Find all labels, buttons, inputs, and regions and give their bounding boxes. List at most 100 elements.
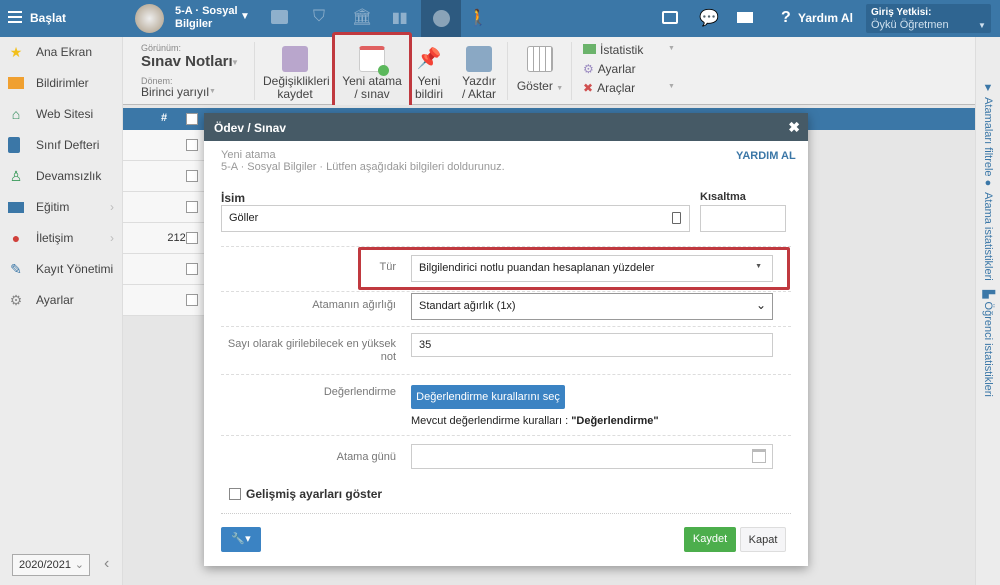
sidebar-item-bildirimler[interactable]: Bildirimler (0, 69, 122, 97)
view-label: Görünüm: (141, 43, 182, 53)
gears-icon: ⚙ (583, 62, 594, 76)
collapse-sidebar-icon[interactable]: ‹ (104, 555, 109, 573)
sidebar-item-label: Sınıf Defteri (36, 138, 100, 152)
sidebar-item-label: Kayıt Yönetimi (36, 262, 114, 276)
select-evaluation-rules-button[interactable]: Değerlendirme kurallarını seç (411, 385, 565, 409)
book-open-icon (8, 201, 24, 213)
menu-icon[interactable] (8, 11, 22, 23)
login-selector[interactable]: Giriş Yetkisi: Öykü Öğretmen ▼ (866, 4, 991, 33)
show-button[interactable]: Göster ▼ (515, 46, 565, 95)
row-checkbox[interactable] (186, 294, 198, 306)
mail-icon[interactable] (737, 12, 753, 23)
sidebar-item-label: Ayarlar (36, 293, 74, 307)
caret-down-icon: ▼ (978, 21, 986, 30)
tools-menu[interactable]: ✖ Araçlar ▼ (583, 81, 675, 95)
weight-value: Standart ağırlık (1x) (419, 300, 516, 312)
new-assignment-label-2: / sınav (354, 87, 390, 101)
row-checkbox[interactable] (186, 139, 198, 151)
abbr-input[interactable] (700, 205, 786, 232)
assignment-stats-link[interactable]: ● Atama istatistikleri (982, 177, 994, 281)
sidebar-item-ana-ekran[interactable]: ★ Ana Ekran (0, 38, 122, 66)
sidebar-item-label: Web Sitesi (36, 107, 94, 121)
year-value: 2020/2021 (19, 559, 71, 571)
sidebar-item-egitim[interactable]: Eğitim › (0, 193, 122, 221)
print-export-button[interactable]: Yazdır / Aktar (457, 46, 501, 101)
year-select[interactable]: 2020/2021 ⌄ (12, 554, 90, 576)
start-label[interactable]: Başlat (30, 11, 66, 25)
type-value: Bilgilendirici notlu puandan hesaplanan … (419, 262, 655, 274)
chart-icon[interactable]: ▮▮ (392, 9, 407, 26)
chat-icon: ● (11, 230, 21, 246)
abbr-label: Kısaltma (700, 191, 746, 203)
sidebar-item-label: İletişim (36, 231, 74, 245)
name-value: Göller (229, 212, 259, 224)
login-user: Öykü Öğretmen (871, 19, 949, 31)
name-input[interactable]: Göller (221, 205, 690, 232)
top-bar: Başlat 5-A · Sosyal Bilgiler ▼ ⛉ 🏛 ▮▮ 🚶 … (0, 0, 1000, 37)
chat-icon[interactable]: 💬 (699, 8, 719, 28)
view-selector[interactable]: Sınav Notları (141, 53, 233, 70)
filter-assignments-link[interactable]: ▼ Atamaları filtrele (982, 82, 994, 177)
shield-icon[interactable]: ⛉ (313, 8, 325, 26)
user-icon: ♙ (9, 168, 23, 184)
stats-label: İstatistik (600, 43, 644, 57)
save-label-2: kaydet (277, 87, 313, 101)
sidebar-item-web-sitesi[interactable]: ⌂ Web Sitesi (0, 100, 122, 128)
class-selector[interactable]: 5-A · Sosyal Bilgiler (175, 5, 245, 31)
book-icon (8, 137, 20, 153)
chevron-down-icon: ⌄ (74, 559, 84, 571)
row-checkbox[interactable] (186, 232, 198, 244)
gear-icon: ⚙ (9, 292, 23, 308)
row-checkbox[interactable] (186, 263, 198, 275)
row-checkbox[interactable] (186, 201, 198, 213)
help-link[interactable]: YARDIM AL (736, 150, 796, 162)
show-label: Göster (516, 79, 553, 93)
grades-tab[interactable] (421, 0, 461, 37)
bank-icon[interactable]: 🏛 (352, 7, 372, 27)
caret-down-icon[interactable]: ▼ (240, 11, 250, 22)
type-select[interactable]: Bilgilendirici notlu puandan hesaplanan … (411, 255, 773, 282)
class-avatar (135, 4, 164, 33)
star-icon: ★ (9, 44, 23, 60)
save-changes-button[interactable]: Değişiklikleri kaydet (263, 46, 330, 101)
max-grade-value: 35 (419, 339, 432, 351)
tools-dropdown-button[interactable]: 🔧▾ (221, 527, 261, 552)
walking-icon[interactable]: 🚶 (468, 8, 488, 28)
cast-icon[interactable] (662, 11, 678, 24)
briefcase-icon[interactable] (271, 10, 288, 24)
assign-stats-label: Atama istatistikleri (982, 192, 994, 281)
help-link[interactable]: Yardım Al (798, 11, 853, 25)
chevron-right-icon: › (110, 200, 114, 214)
advanced-checkbox[interactable] (229, 488, 241, 500)
sidebar-item-kayit-yonetimi[interactable]: ✎ Kayıt Yönetimi (0, 255, 122, 283)
stats-menu[interactable]: İstatistik ▼ (583, 43, 675, 57)
new-notice-button[interactable]: 📌 Yeni bildiri (411, 46, 447, 101)
sidebar-item-devamsizlik[interactable]: ♙ Devamsızlık (0, 162, 122, 190)
max-grade-input[interactable]: 35 (411, 333, 773, 357)
floppy-icon (282, 46, 308, 72)
student-stats-label: Öğrenci istatistikleri (982, 301, 994, 397)
name-label: İsim (221, 191, 246, 205)
filter-label: Atamaları filtrele (982, 97, 994, 177)
sidebar-item-iletisim[interactable]: ● İletişim › (0, 224, 122, 252)
new-assignment-button[interactable]: Yeni atama / sınav (338, 46, 406, 101)
close-icon[interactable]: ✖ (788, 119, 800, 136)
printer-icon (466, 46, 492, 72)
sidebar-item-label: Ana Ekran (36, 45, 93, 59)
pen-icon: ✎ (10, 261, 22, 277)
sidebar-item-ayarlar[interactable]: ⚙ Ayarlar (0, 286, 122, 314)
weight-select[interactable]: Standart ağırlık (1x) ⌄ (411, 293, 773, 320)
select-all-checkbox[interactable] (186, 113, 198, 125)
term-selector[interactable]: Birinci yarıyıl (141, 85, 209, 99)
advanced-settings-toggle[interactable]: Gelişmiş ayarları göster (229, 487, 382, 501)
close-button[interactable]: Kapat (740, 527, 786, 552)
save-button[interactable]: Kaydet (684, 527, 736, 552)
date-input[interactable] (411, 444, 773, 469)
sidebar-item-sinif-defteri[interactable]: Sınıf Defteri (0, 131, 122, 159)
row-checkbox[interactable] (186, 170, 198, 182)
dialog-header: Ödev / Sınav ✖ (204, 113, 808, 141)
dialog-title: Ödev / Sınav (214, 121, 287, 135)
toolbar: Görünüm: Sınav Notları ▼ Dönem: Birinci … (123, 32, 975, 109)
settings-menu[interactable]: ⚙ Ayarlar (583, 62, 636, 76)
student-stats-link[interactable]: ▙ Öğrenci istatistikleri (982, 290, 995, 397)
